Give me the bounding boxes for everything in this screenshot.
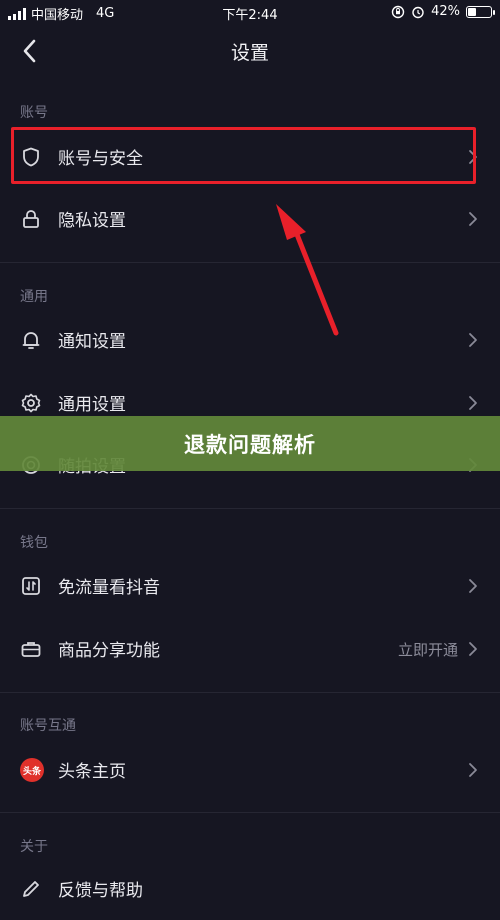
title-banner: 退款问题解析 [0, 416, 500, 471]
banner-text: 退款问题解析 [184, 432, 316, 457]
